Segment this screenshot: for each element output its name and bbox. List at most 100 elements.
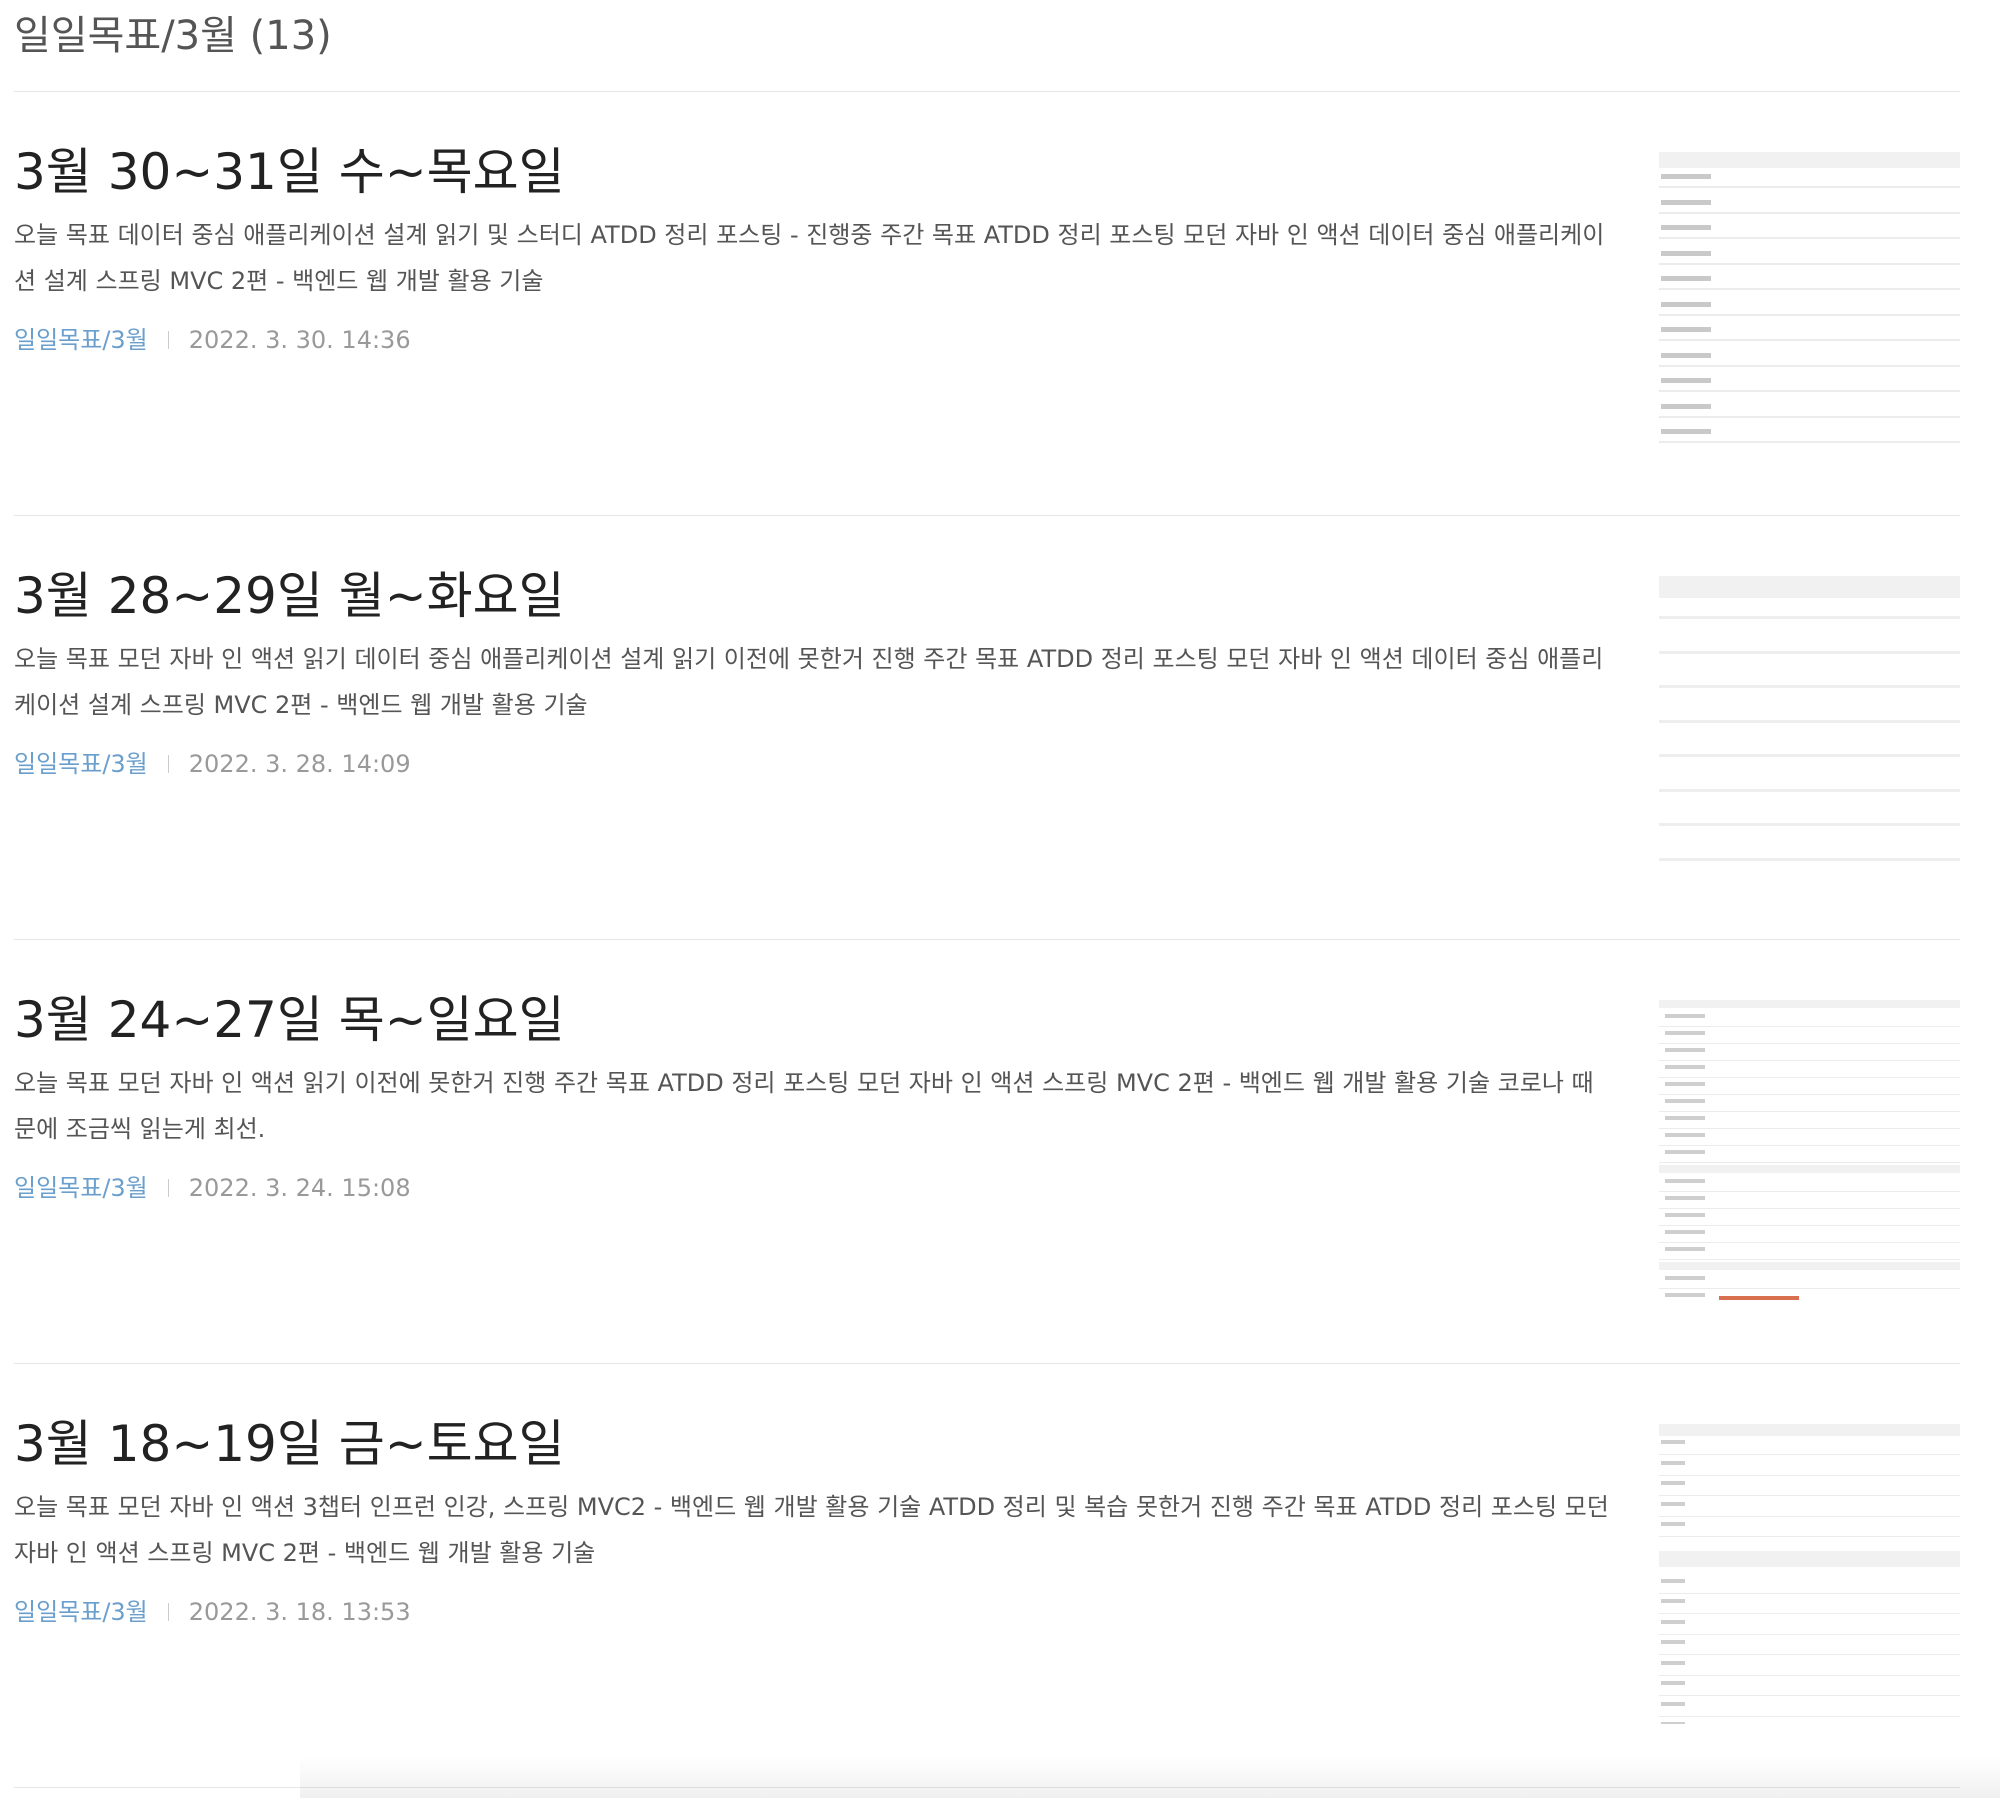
post-text: 3월 24~27일 목~일요일 오늘 목표 모던 자바 인 액션 읽기 이전에 … <box>14 988 1614 1208</box>
thumbnail-text-row <box>1665 1082 1705 1086</box>
post-text: 3월 18~19일 금~토요일 오늘 목표 모던 자바 인 액션 3챕터 인프런… <box>14 1412 1614 1632</box>
thumbnail-row-line <box>1659 288 1960 290</box>
thumbnail-row-line <box>1659 1191 1960 1192</box>
thumbnail-row-line <box>1659 1060 1960 1061</box>
thumbnail-row-line <box>1659 1674 1960 1676</box>
thumbnail-row-line <box>1659 1613 1960 1614</box>
post-title-link[interactable]: 3월 24~27일 목~일요일 <box>14 988 1614 1052</box>
post-item[interactable]: 3월 24~27일 목~일요일 오늘 목표 모던 자바 인 액션 읽기 이전에 … <box>14 940 1960 1364</box>
thumbnail-row-line <box>1659 1592 1960 1594</box>
thumbnail-text-row <box>1661 429 1711 434</box>
thumbnail-row-line <box>1659 1128 1960 1129</box>
thumbnail-row-line <box>1659 1208 1960 1209</box>
thumbnail-row-line <box>1659 788 1960 792</box>
thumbnail-text-row <box>1665 1099 1705 1103</box>
thumbnail-text-row <box>1661 301 1711 307</box>
post-date: 2022. 3. 18. 13:53 <box>188 1598 411 1626</box>
thumbnail-header-bar <box>1659 1424 1960 1436</box>
post-title-link[interactable]: 3월 18~19일 금~토요일 <box>14 1412 1614 1476</box>
post-title-link[interactable]: 3월 28~29일 월~화요일 <box>14 564 1614 628</box>
post-summary[interactable]: 오늘 목표 모던 자바 인 액션 3챕터 인프런 인강, 스프링 MVC2 - … <box>14 1484 1614 1576</box>
meta-divider <box>167 1603 169 1621</box>
post-meta: 일일목표/3월 2022. 3. 18. 13:53 <box>14 1592 1614 1632</box>
thumbnail-row-line <box>1659 390 1960 392</box>
bottom-fade <box>300 1756 2000 1798</box>
thumbnail-row-line <box>1659 1242 1960 1243</box>
thumbnail-text-row <box>1661 1599 1685 1603</box>
thumbnail-row-line <box>1659 1026 1960 1027</box>
thumbnail-text-row <box>1665 1293 1705 1297</box>
thumbnail-row-line <box>1659 1495 1960 1496</box>
post-text: 3월 30~31일 수~목요일 오늘 목표 데이터 중심 애플리케이션 설계 읽… <box>14 140 1614 360</box>
thumbnail-text-row <box>1665 1179 1705 1183</box>
thumbnail-text-row <box>1661 1440 1685 1444</box>
post-date: 2022. 3. 28. 14:09 <box>188 750 411 778</box>
thumbnail-text-row <box>1661 1619 1685 1624</box>
thumbnail-row-line <box>1659 339 1960 341</box>
thumbnail-row-line <box>1659 616 1960 619</box>
thumbnail-text-row <box>1661 199 1711 205</box>
post-category-link[interactable]: 일일목표/3월 <box>14 744 148 784</box>
thumbnail-text-row <box>1661 1522 1685 1526</box>
post-item[interactable]: 3월 28~29일 월~화요일 오늘 목표 모던 자바 인 액션 읽기 데이터 … <box>14 516 1960 940</box>
post-thumbnail[interactable] <box>1659 576 1960 876</box>
post-title-link[interactable]: 3월 30~31일 수~목요일 <box>14 140 1614 204</box>
thumbnail-text-row <box>1661 378 1711 383</box>
category-header: 일일목표/3월 (13) <box>14 0 1960 92</box>
thumbnail-text-row <box>1665 1065 1705 1069</box>
thumbnail-row-line <box>1659 1077 1960 1078</box>
meta-divider <box>167 331 169 349</box>
thumbnail-row-line <box>1659 313 1960 316</box>
post-summary[interactable]: 오늘 목표 모던 자바 인 액션 읽기 데이터 중심 애플리케이션 설계 읽기 … <box>14 636 1614 728</box>
post-summary[interactable]: 오늘 목표 모던 자바 인 액션 읽기 이전에 못한거 진행 주간 목표 ATD… <box>14 1060 1614 1152</box>
thumbnail-text-row <box>1665 1031 1705 1035</box>
post-item[interactable]: 3월 18~19일 금~토요일 오늘 목표 모던 자바 인 액션 3챕터 인프런… <box>14 1364 1960 1788</box>
post-category-link[interactable]: 일일목표/3월 <box>14 320 148 360</box>
thumbnail-row-line <box>1659 211 1960 214</box>
thumbnail-text-row <box>1665 1116 1705 1120</box>
post-date: 2022. 3. 30. 14:36 <box>188 326 411 354</box>
category-title: 일일목표/3월 (13) <box>14 13 332 59</box>
post-category-link[interactable]: 일일목표/3월 <box>14 1168 148 1208</box>
thumbnail-text-row <box>1661 1501 1685 1506</box>
meta-divider <box>167 1179 169 1197</box>
thumbnail-text-row <box>1661 250 1711 256</box>
post-meta: 일일목표/3월 2022. 3. 24. 15:08 <box>14 1168 1614 1208</box>
thumbnail-accent-bar <box>1719 1296 1799 1300</box>
post-thumbnail[interactable] <box>1659 1000 1960 1300</box>
thumbnail-text-row <box>1661 174 1711 179</box>
post-category-link[interactable]: 일일목표/3월 <box>14 1592 148 1632</box>
thumbnail-section-bar <box>1659 1262 1960 1270</box>
post-meta: 일일목표/3월 2022. 3. 30. 14:36 <box>14 320 1614 360</box>
thumbnail-row-line <box>1659 1715 1960 1717</box>
thumbnail-row-line <box>1659 415 1960 418</box>
post-summary[interactable]: 오늘 목표 데이터 중심 애플리케이션 설계 읽기 및 스터디 ATDD 정리 … <box>14 212 1614 304</box>
thumbnail-text-row <box>1665 1150 1705 1154</box>
post-list-page: 일일목표/3월 (13) 3월 30~31일 수~목요일 오늘 목표 데이터 중… <box>14 0 1960 1788</box>
thumbnail-text-row <box>1661 1481 1685 1485</box>
thumbnail-text-row <box>1665 1230 1705 1234</box>
thumbnail-header-bar <box>1659 576 1960 598</box>
thumbnail-text-row <box>1661 1460 1685 1465</box>
post-thumbnail[interactable] <box>1659 1424 1960 1724</box>
thumbnail-row-line <box>1659 1536 1960 1537</box>
post-item[interactable]: 3월 30~31일 수~목요일 오늘 목표 데이터 중심 애플리케이션 설계 읽… <box>14 92 1960 516</box>
thumbnail-row-line <box>1659 1654 1960 1655</box>
thumbnail-section-bar <box>1659 1550 1960 1567</box>
thumbnail-row-line <box>1659 441 1960 443</box>
thumbnail-text-row <box>1665 1133 1705 1137</box>
thumbnail-text-row <box>1665 1014 1705 1018</box>
thumbnail-text-row <box>1661 1640 1685 1644</box>
thumbnail-row-line <box>1659 186 1960 188</box>
thumbnail-row-line <box>1659 685 1960 688</box>
thumbnail-text-row <box>1661 327 1711 332</box>
thumbnail-row-line <box>1659 237 1960 239</box>
thumbnail-row-line <box>1659 1111 1960 1112</box>
thumbnail-text-row <box>1661 276 1711 281</box>
thumbnail-row-line <box>1659 1454 1960 1455</box>
post-thumbnail[interactable] <box>1659 152 1960 452</box>
thumbnail-row-line <box>1659 1225 1960 1226</box>
thumbnail-row-line <box>1659 1288 1960 1289</box>
thumbnail-text-row <box>1665 1213 1705 1217</box>
thumbnail-row-line <box>1659 364 1960 367</box>
